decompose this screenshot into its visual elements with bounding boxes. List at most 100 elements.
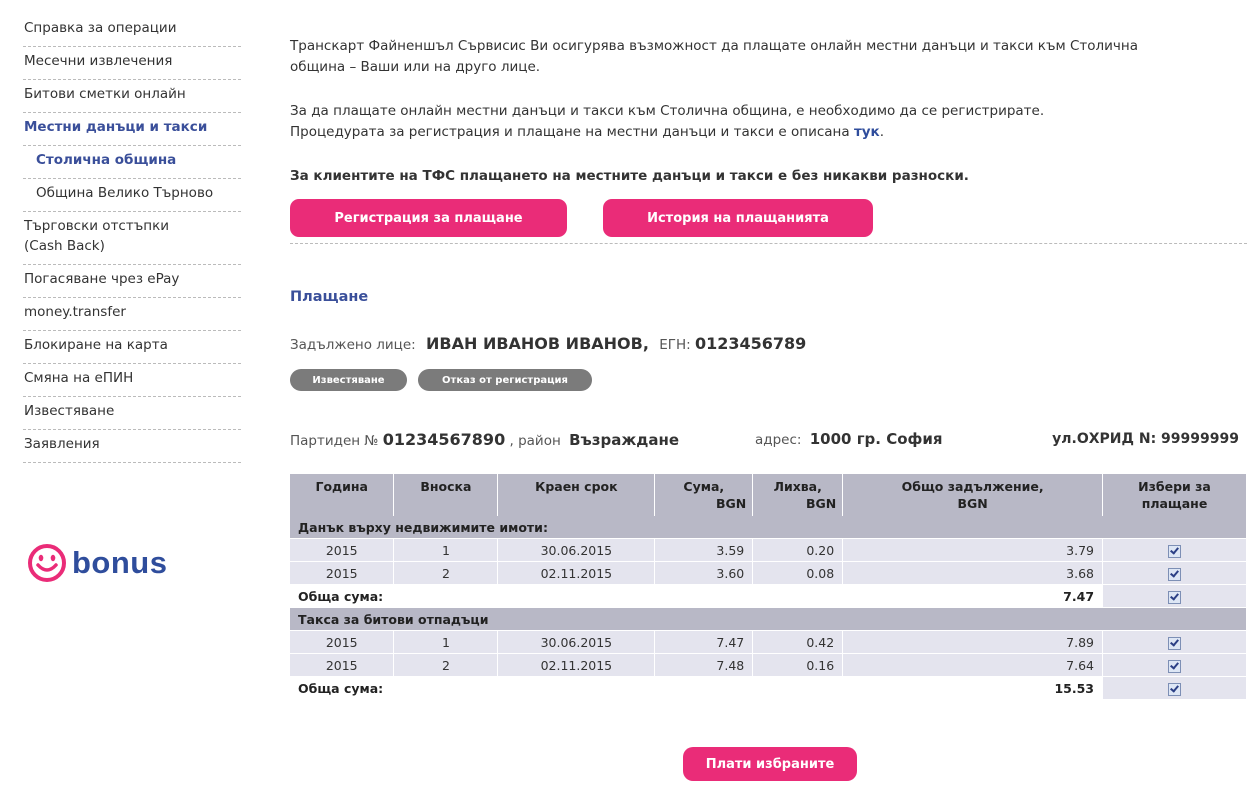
cell-sum: 3.59 (654, 538, 754, 562)
col-total: Общо задължение, BGN (842, 474, 1104, 516)
party-label: Партиден № (290, 433, 379, 449)
col-select: Избери за плащане (1102, 474, 1247, 516)
bonus-logo[interactable]: bonus (27, 543, 168, 583)
table-row: 2015 1 30.06.2015 7.47 0.42 7.89 (290, 630, 1247, 654)
total-value: 7.47 (842, 584, 1104, 608)
party-line: Партиден № 01234567890 , район Възраждан… (290, 430, 679, 449)
cell-total: 7.89 (842, 630, 1104, 654)
total-label: Обща сума: (290, 584, 844, 608)
sidebar-item-applications[interactable]: Заявления (23, 430, 241, 463)
intro-text: Транскарт Файненшъл Сървисис Ви осигуряв… (290, 38, 1139, 54)
group-total-row: Обща сума: 15.53 (290, 676, 1247, 700)
intro-paragraph-1: Транскарт Файненшъл Сървисис Ви осигуряв… (290, 36, 1230, 78)
cell-deadline: 30.06.2015 (497, 630, 656, 654)
group-header-waste-fee: Такса за битови отпадъци (290, 607, 1247, 631)
sidebar-item-cashback[interactable]: Търговски отстъпки (Cash Back) (23, 212, 241, 265)
street-address: ул.ОХРИД N: 99999999 (1052, 431, 1239, 447)
cell-year: 2015 (290, 538, 395, 562)
table-row: 2015 2 02.11.2015 7.48 0.16 7.64 (290, 653, 1247, 677)
intro-text-span: Процедурата за регистрация и плащане на … (290, 124, 850, 140)
col-deadline: Краен срок (497, 474, 656, 516)
cell-installment: 1 (393, 630, 499, 654)
col-sum: Сума, BGN (654, 474, 754, 516)
cell-year: 2015 (290, 630, 395, 654)
sidebar-item-statements[interactable]: Месечни извлечения (23, 47, 241, 80)
cell-select (1102, 676, 1247, 700)
divider (290, 243, 1247, 244)
select-checkbox[interactable] (1168, 567, 1181, 581)
cell-interest: 0.16 (752, 653, 844, 677)
cell-select (1102, 653, 1247, 677)
table-row: 2015 2 02.11.2015 3.60 0.08 3.68 (290, 561, 1247, 585)
register-button[interactable]: Регистрация за плащане (290, 199, 567, 237)
sidebar-item-money-transfer[interactable]: money.transfer (23, 298, 241, 331)
total-value: 15.53 (842, 676, 1104, 700)
cell-interest: 0.42 (752, 630, 844, 654)
obligations-table: Година Вноска Краен срок Сума, BGN Лихва,… (290, 474, 1247, 700)
col-interest: Лихва, BGN (752, 474, 844, 516)
sidebar-item-cashback-sublabel: (Cash Back) (24, 238, 105, 254)
intro-text: община – Ваши или на друго лице. (290, 59, 541, 75)
col-total-unit: BGN (957, 496, 988, 511)
group-title: Такса за битови отпадъци (290, 607, 1247, 631)
history-button[interactable]: История на плащанията (603, 199, 873, 237)
cell-interest: 0.20 (752, 538, 844, 562)
procedure-link[interactable]: тук (854, 124, 880, 140)
group-total-row: Обща сума: 7.47 (290, 584, 1247, 608)
cell-select (1102, 538, 1247, 562)
col-select-label-2: плащане (1141, 496, 1208, 511)
table-row: 2015 1 30.06.2015 3.59 0.20 3.79 (290, 538, 1247, 562)
select-checkbox[interactable] (1168, 636, 1181, 650)
cell-select (1102, 630, 1247, 654)
obligor-label: Задължено лице: (290, 337, 416, 353)
total-label: Обща сума: (290, 676, 844, 700)
select-checkbox[interactable] (1168, 659, 1181, 673)
cell-total: 3.68 (842, 561, 1104, 585)
cell-total: 3.79 (842, 538, 1104, 562)
col-year: Година (290, 474, 395, 516)
col-installment: Вноска (393, 474, 499, 516)
group-title: Данък върху недвижимите имоти: (290, 516, 1247, 539)
sidebar-item-transactions[interactable]: Справка за операции (23, 14, 241, 47)
select-checkbox[interactable] (1168, 544, 1181, 558)
cell-sum: 7.48 (654, 653, 754, 677)
cell-sum: 7.47 (654, 630, 754, 654)
sidebar-item-block-card[interactable]: Блокиране на карта (23, 331, 241, 364)
district-label: , район (509, 433, 561, 449)
table-header-row: Година Вноска Краен срок Сума, BGN Лихва,… (290, 474, 1247, 516)
col-interest-unit: BGN (805, 496, 837, 511)
intro-text: Процедурата за регистрация и плащане на … (290, 124, 885, 140)
col-sum-unit: BGN (716, 496, 747, 511)
sidebar-item-sofia-municipality[interactable]: Столична община (23, 146, 241, 179)
cell-deadline: 02.11.2015 (497, 561, 656, 585)
sidebar-item-change-pin[interactable]: Смяна на еПИН (23, 364, 241, 397)
address-line: адрес: 1000 гр. София (755, 430, 943, 448)
pay-selected-button[interactable]: Плати избраните (683, 747, 857, 781)
sidebar-item-notifications[interactable]: Известяване (23, 397, 241, 430)
select-all-checkbox[interactable] (1168, 682, 1181, 696)
cell-installment: 1 (393, 538, 499, 562)
select-all-checkbox[interactable] (1168, 590, 1181, 604)
cell-deadline: 02.11.2015 (497, 653, 656, 677)
smiley-icon (28, 544, 66, 582)
col-total-label: Общо задължение, (901, 479, 1044, 494)
sidebar-item-cashback-label: Търговски отстъпки (24, 218, 170, 234)
sidebar-item-utility-bills[interactable]: Битови сметки онлайн (23, 80, 241, 113)
cell-select (1102, 561, 1247, 585)
cell-deadline: 30.06.2015 (497, 538, 656, 562)
sidebar-item-local-taxes[interactable]: Местни данъци и такси (23, 113, 241, 146)
col-select-label: Избери за (1138, 479, 1211, 494)
sidebar-item-veliko-tarnovo[interactable]: Община Велико Търново (23, 179, 241, 212)
cell-total: 7.64 (842, 653, 1104, 677)
no-fees-note: За клиентите на ТФС плащането на местнит… (290, 168, 969, 184)
unregister-button[interactable]: Отказ от регистрация (418, 369, 592, 391)
cell-sum: 3.60 (654, 561, 754, 585)
notify-button[interactable]: Известяване (290, 369, 407, 391)
address-label: адрес: (755, 432, 802, 448)
cell-installment: 2 (393, 561, 499, 585)
cell-installment: 2 (393, 653, 499, 677)
obligor-name: ИВАН ИВАНОВ ИВАНОВ, (426, 334, 649, 353)
egn-label: ЕГН: (659, 337, 691, 353)
col-interest-label: Лихва, (773, 479, 822, 494)
sidebar-item-epay[interactable]: Погасяване чрез ePay (23, 265, 241, 298)
